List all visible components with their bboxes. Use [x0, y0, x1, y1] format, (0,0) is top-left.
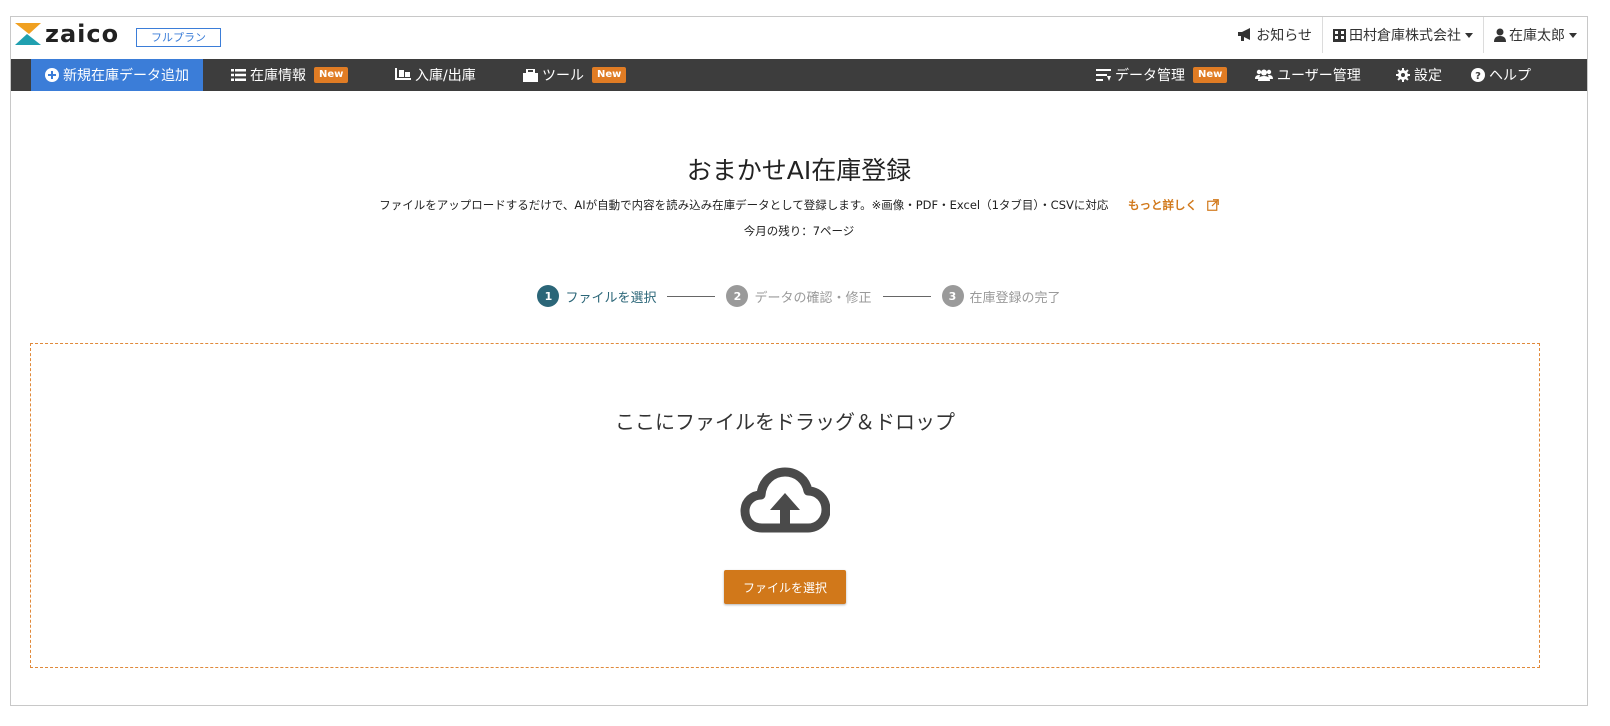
notice-link[interactable]: お知らせ [1227, 17, 1322, 53]
step-number: 2 [726, 285, 749, 307]
caret-down-icon [1465, 32, 1473, 38]
top-right-menu: お知らせ 田村倉庫株式会社 在庫太郎 [1227, 17, 1587, 53]
company-label: 田村倉庫株式会社 [1349, 28, 1461, 44]
nav-stock-io[interactable]: 入庫/出庫 [395, 59, 476, 91]
nav-settings[interactable]: 設定 [1396, 59, 1442, 91]
dolly-icon [395, 68, 411, 80]
gear-icon [1396, 68, 1410, 82]
logo-text: zaico [45, 20, 120, 48]
plus-circle-icon [45, 68, 59, 82]
step-connector [667, 295, 716, 297]
nav-help-label: ヘルプ [1489, 68, 1531, 84]
zaico-logo[interactable]: zaico [15, 20, 120, 48]
progress-steps: 1 ファイルを選択 2 データの確認・修正 3 在庫登録の完了 [11, 285, 1587, 307]
new-badge: New [592, 67, 627, 83]
nav-user-management[interactable]: ユーザー管理 [1255, 59, 1361, 91]
step-number: 1 [537, 285, 560, 307]
nav-inventory-label: 在庫情報 [250, 68, 306, 84]
nav-tools[interactable]: ツール New [523, 59, 627, 91]
zaico-logo-mark-icon [15, 23, 41, 45]
step-label: データの確認・修正 [754, 290, 872, 306]
caret-down-icon [1569, 32, 1577, 38]
new-badge: New [314, 67, 349, 83]
nav-settings-label: 設定 [1414, 68, 1442, 84]
new-badge: New [1193, 67, 1228, 83]
more-details-link[interactable]: もっと詳しく [1128, 198, 1197, 212]
app-frame: zaico フルプラン お知らせ 田村倉庫株式会社 在庫太郎 新規在庫データ追加… [10, 16, 1588, 706]
nav-add-label: 新規在庫データ追加 [63, 68, 189, 84]
remaining-pages: 今月の残り：7ページ [743, 224, 855, 238]
list-icon [231, 69, 246, 81]
svg-text:?: ? [1475, 71, 1481, 82]
toolbox-icon [523, 68, 538, 82]
plan-badge: フルプラン [136, 28, 221, 47]
page-description: ファイルをアップロードするだけで、AIが自動で内容を読み込み在庫データとして登録… [11, 197, 1587, 213]
company-dropdown[interactable]: 田村倉庫株式会社 [1322, 17, 1483, 53]
description-text: ファイルをアップロードするだけで、AIが自動で内容を読み込み在庫データとして登録… [379, 198, 1109, 212]
user-label: 在庫太郎 [1509, 28, 1565, 44]
step-select-file: 1 ファイルを選択 [537, 285, 656, 307]
step-connector [882, 295, 931, 297]
file-dropzone[interactable]: ここにファイルをドラッグ＆ドロップ ファイルを選択 [30, 343, 1540, 668]
step-confirm-data: 2 データの確認・修正 [726, 285, 872, 307]
nav-add-inventory[interactable]: 新規在庫データ追加 [31, 59, 203, 91]
cloud-upload-icon [740, 467, 830, 533]
megaphone-icon [1238, 28, 1251, 41]
users-icon [1255, 69, 1273, 81]
nav-data-management[interactable]: データ管理 New [1096, 59, 1228, 91]
question-circle-icon: ? [1471, 68, 1485, 82]
nav-io-label: 入庫/出庫 [415, 68, 476, 84]
nav-help[interactable]: ? ヘルプ [1471, 59, 1531, 91]
notice-label: お知らせ [1256, 28, 1312, 44]
step-number: 3 [941, 285, 964, 307]
step-complete: 3 在庫登録の完了 [941, 285, 1061, 307]
external-link-icon[interactable] [1206, 199, 1219, 211]
page-title: おまかせAI在庫登録 [686, 156, 912, 185]
main-navbar: 新規在庫データ追加 在庫情報 New 入庫/出庫 ツール New データ管理 N… [11, 59, 1587, 91]
step-label: ファイルを選択 [565, 290, 657, 306]
nav-inventory[interactable]: 在庫情報 New [231, 59, 349, 91]
nav-user-mgmt-label: ユーザー管理 [1277, 68, 1361, 84]
dropzone-text: ここにファイルをドラッグ＆ドロップ [615, 410, 955, 434]
select-file-button[interactable]: ファイルを選択 [724, 570, 846, 604]
building-icon [1333, 29, 1346, 42]
top-bar: zaico フルプラン お知らせ 田村倉庫株式会社 在庫太郎 [11, 17, 1587, 53]
nav-tools-label: ツール [542, 68, 584, 84]
user-dropdown[interactable]: 在庫太郎 [1483, 17, 1587, 53]
user-icon [1494, 28, 1506, 42]
data-filter-icon [1096, 69, 1111, 81]
step-label: 在庫登録の完了 [969, 290, 1061, 306]
nav-data-mgmt-label: データ管理 [1115, 68, 1185, 84]
